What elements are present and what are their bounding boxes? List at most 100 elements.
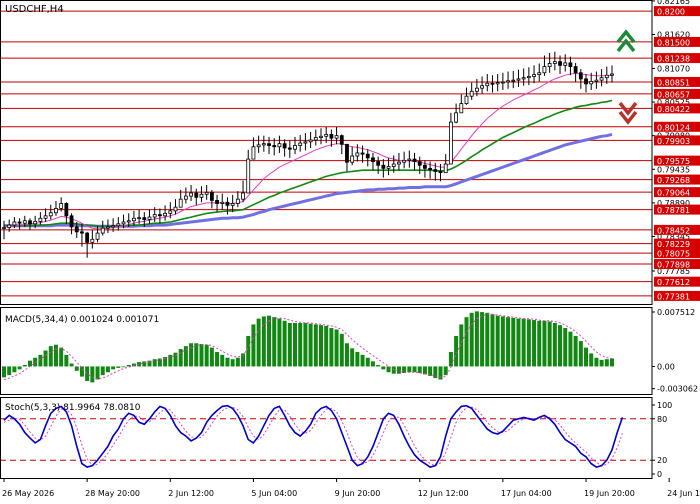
macd-bar <box>589 353 594 367</box>
candle-body <box>345 143 349 163</box>
macd-bar <box>48 346 53 367</box>
macd-bar <box>407 366 412 373</box>
macd-bar <box>610 358 614 367</box>
macd-bar <box>59 347 64 367</box>
macd-bar <box>360 354 365 367</box>
level-price-label: 0.79064 <box>657 189 690 198</box>
candle-body <box>386 166 391 169</box>
level-price-label: 0.78781 <box>657 206 690 215</box>
candle-body <box>100 227 105 234</box>
candle-body <box>417 161 422 166</box>
candle-body <box>610 73 614 76</box>
candle-body <box>7 224 12 228</box>
candle-body <box>313 137 318 141</box>
candle-body <box>28 220 32 225</box>
macd-bar <box>27 360 32 367</box>
level-price-label: 0.79268 <box>657 176 690 185</box>
level-price-label: 0.79903 <box>657 137 690 146</box>
candle-body <box>142 217 147 220</box>
macd-bar <box>350 348 355 367</box>
candle-body <box>168 210 173 214</box>
macd-bar <box>178 349 183 367</box>
stoch-axis-label: 0 <box>657 470 662 479</box>
macd-bar <box>573 336 578 367</box>
macd-bar <box>464 317 469 367</box>
candle-body <box>173 206 178 212</box>
macd-bar <box>308 323 313 367</box>
macd-bar <box>22 365 27 367</box>
candle-body <box>568 62 573 67</box>
chart-title: USDCHF,H4 <box>5 4 64 15</box>
macd-bar <box>298 322 303 367</box>
candle-body <box>17 221 22 224</box>
candle-body <box>511 79 516 82</box>
candle-body <box>355 152 360 157</box>
candle-body <box>111 225 116 228</box>
candle-body <box>500 81 505 84</box>
candle-body <box>532 74 536 77</box>
macd-bar <box>599 359 604 367</box>
macd-bar <box>189 343 194 367</box>
candle-body <box>329 134 334 139</box>
macd-bar <box>480 312 485 367</box>
macd-bar <box>246 336 251 367</box>
macd-bar <box>412 366 417 373</box>
macd-bar <box>500 316 505 367</box>
macd-bar <box>516 318 521 367</box>
candle-body <box>272 145 277 148</box>
candle-body <box>95 232 100 240</box>
macd-bar <box>594 357 599 367</box>
macd-bar <box>272 317 277 367</box>
macd-bar <box>121 366 126 368</box>
macd-bar <box>126 365 131 367</box>
macd-bar <box>355 351 360 367</box>
macd-bar <box>376 365 381 367</box>
candle-body <box>443 163 448 174</box>
candle-body <box>251 146 256 160</box>
candle-body <box>38 217 43 222</box>
macd-bar <box>584 347 589 367</box>
candle-body <box>85 232 90 243</box>
level-price-label: 0.8200 <box>657 8 685 17</box>
candle-body <box>194 192 199 198</box>
candle-body <box>235 198 240 204</box>
candle-body <box>391 163 396 167</box>
macd-bar <box>506 317 511 367</box>
macd-bar <box>85 366 90 381</box>
candle-body <box>334 135 339 139</box>
macd-bar <box>339 333 344 367</box>
candle-body <box>407 158 412 161</box>
candle-body <box>558 61 562 66</box>
macd-axis-label: 0.007512 <box>657 308 695 317</box>
stoch-axis-label: 20 <box>657 456 667 465</box>
level-price-label: 0.77612 <box>657 278 690 287</box>
level-price-label: 0.80124 <box>657 123 690 132</box>
macd-bar <box>7 366 12 376</box>
macd-bar <box>17 366 22 370</box>
macd-bar <box>235 357 240 367</box>
time-axis-label: 9 Jun 20:00 <box>335 489 381 498</box>
candle-body <box>402 159 407 163</box>
candle-body <box>267 143 271 146</box>
macd-bar <box>469 312 474 367</box>
macd-bar <box>490 314 495 367</box>
candle-body <box>225 201 230 206</box>
candle-body <box>578 72 583 80</box>
macd-bar <box>511 317 516 367</box>
level-price-label: 0.80422 <box>657 105 690 114</box>
candle-body <box>599 77 604 81</box>
macd-bar <box>64 354 69 367</box>
macd-bar <box>2 366 6 378</box>
candle-body <box>589 80 594 85</box>
macd-bar <box>282 320 287 367</box>
macd-bar <box>43 350 48 367</box>
candle-body <box>594 79 599 82</box>
candle-body <box>246 158 251 194</box>
candle-body <box>584 78 588 85</box>
price-axis-label: 0.79435 <box>657 165 690 174</box>
macd-bar <box>604 359 609 367</box>
candle-body <box>495 82 500 85</box>
candle-body <box>287 147 292 150</box>
macd-bar <box>53 344 58 367</box>
candle-body <box>526 76 531 79</box>
